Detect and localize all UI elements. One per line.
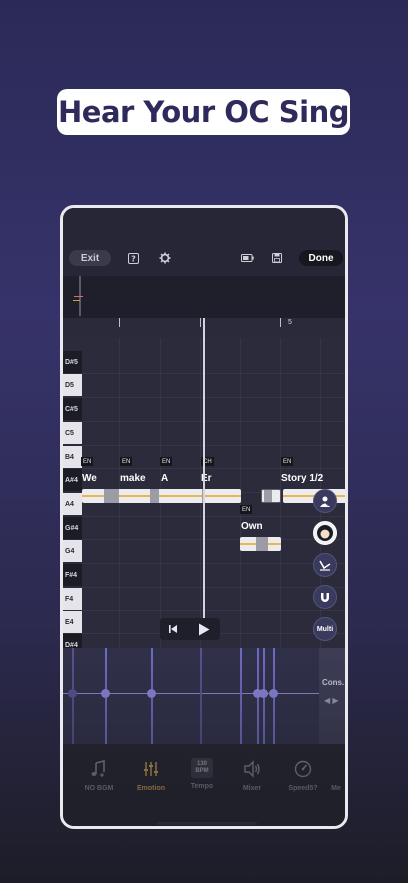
piano-key-d5[interactable]: D5 bbox=[63, 374, 82, 396]
bpm-icon: 130 BPM bbox=[191, 758, 213, 778]
piano-key-gs4[interactable]: G#4 bbox=[63, 517, 82, 539]
transport-controls bbox=[160, 618, 220, 640]
home-indicator bbox=[157, 822, 257, 825]
piano-key-e4[interactable]: E4 bbox=[63, 611, 82, 633]
app-screen: Exit ? Done 5 D#5 D5 C#5 C5 B4 A#4 A4 G#… bbox=[63, 208, 345, 826]
note-lyric[interactable]: make bbox=[120, 473, 146, 484]
piano-key-fs4[interactable]: F#4 bbox=[63, 564, 82, 586]
sliders-icon bbox=[140, 758, 162, 780]
note-lyric[interactable]: We bbox=[82, 473, 97, 484]
svg-text:?: ? bbox=[131, 254, 136, 263]
skip-back-icon[interactable] bbox=[165, 621, 181, 637]
note-block[interactable] bbox=[82, 489, 241, 503]
emotion-button[interactable]: Emotion bbox=[129, 758, 173, 792]
magnet-snap-icon[interactable] bbox=[313, 585, 337, 609]
headline-banner: Hear Your OC Sing bbox=[57, 89, 350, 135]
tempo-button[interactable]: 130 BPM Tempo bbox=[180, 758, 224, 790]
piano-key-f4[interactable]: F4 bbox=[63, 588, 82, 610]
piano-key-ds4[interactable]: D#4 bbox=[63, 634, 82, 648]
consonant-label: Cons. bbox=[322, 678, 345, 687]
gauge-icon bbox=[292, 758, 314, 780]
bar-tick bbox=[200, 318, 201, 327]
automation-point[interactable] bbox=[259, 689, 268, 698]
phone-frame: Exit ? Done 5 D#5 D5 C#5 C5 B4 A#4 A4 G#… bbox=[60, 205, 348, 829]
song-minimap[interactable] bbox=[63, 276, 345, 318]
automation-point[interactable] bbox=[147, 689, 156, 698]
note-block[interactable] bbox=[261, 489, 281, 503]
note-lang-tag[interactable]: EN bbox=[120, 457, 133, 466]
speaker-icon bbox=[241, 758, 263, 780]
piano-key-g4[interactable]: G4 bbox=[63, 540, 82, 562]
more-icon bbox=[325, 758, 345, 780]
speed-button[interactable]: Speed5? bbox=[281, 758, 325, 792]
playhead[interactable] bbox=[203, 318, 205, 626]
help-icon[interactable]: ? bbox=[125, 250, 141, 266]
note-lyric[interactable]: A bbox=[161, 473, 168, 484]
top-toolbar: Exit ? Done bbox=[63, 208, 345, 276]
note-lang-tag[interactable]: EN bbox=[281, 457, 294, 466]
consonant-panel[interactable]: Cons. ◀ ▶ bbox=[319, 648, 345, 744]
minimap-note-mark bbox=[73, 300, 80, 301]
done-button[interactable]: Done bbox=[299, 250, 343, 266]
bar-tick bbox=[280, 318, 281, 327]
note-block[interactable] bbox=[240, 537, 281, 551]
automation-point[interactable] bbox=[68, 689, 77, 698]
add-note-button[interactable] bbox=[313, 489, 337, 513]
mixer-button[interactable]: Mixer bbox=[230, 758, 274, 792]
singer-avatar[interactable] bbox=[313, 521, 337, 545]
exit-button[interactable]: Exit bbox=[69, 250, 111, 266]
automation-point[interactable] bbox=[101, 689, 110, 698]
piano-key-as4[interactable]: A#4 bbox=[63, 469, 82, 491]
note-lang-tag[interactable]: EN bbox=[160, 457, 173, 466]
play-icon[interactable] bbox=[196, 621, 212, 637]
parameter-automation-lane[interactable]: Cons. ◀ ▶ bbox=[63, 648, 345, 744]
save-icon[interactable] bbox=[269, 250, 285, 266]
bgm-button[interactable]: NO BGM bbox=[77, 758, 121, 792]
gear-icon[interactable] bbox=[157, 250, 173, 266]
piano-key-b4[interactable]: B4 bbox=[63, 446, 82, 468]
more-button[interactable]: Me bbox=[325, 758, 345, 792]
left-right-arrows-icon[interactable]: ◀ ▶ bbox=[324, 696, 339, 705]
note-lang-tag[interactable]: EN bbox=[81, 457, 94, 466]
music-note-plus-icon bbox=[88, 758, 110, 780]
multi-select-button[interactable]: Multi bbox=[313, 617, 337, 641]
pitch-curve-tool-icon[interactable] bbox=[313, 553, 337, 577]
note-lyric[interactable]: Own bbox=[241, 521, 263, 532]
piano-key-c5[interactable]: C5 bbox=[63, 422, 82, 444]
bottom-toolbar: NO BGM Emotion 130 BPM Tempo Mixer Speed… bbox=[63, 744, 345, 826]
automation-point[interactable] bbox=[269, 689, 278, 698]
battery-icon bbox=[239, 250, 255, 266]
minimap-note-mark bbox=[74, 296, 83, 297]
bar-tick bbox=[119, 318, 120, 327]
bar-number: 5 bbox=[288, 319, 292, 326]
piano-key-a4[interactable]: A4 bbox=[63, 493, 82, 515]
note-lang-tag[interactable]: EN bbox=[240, 505, 253, 514]
piano-key-cs5[interactable]: C#5 bbox=[63, 398, 82, 420]
piano-key-ds5[interactable]: D#5 bbox=[63, 351, 82, 373]
note-lyric[interactable]: Story 1/2 bbox=[281, 473, 323, 484]
